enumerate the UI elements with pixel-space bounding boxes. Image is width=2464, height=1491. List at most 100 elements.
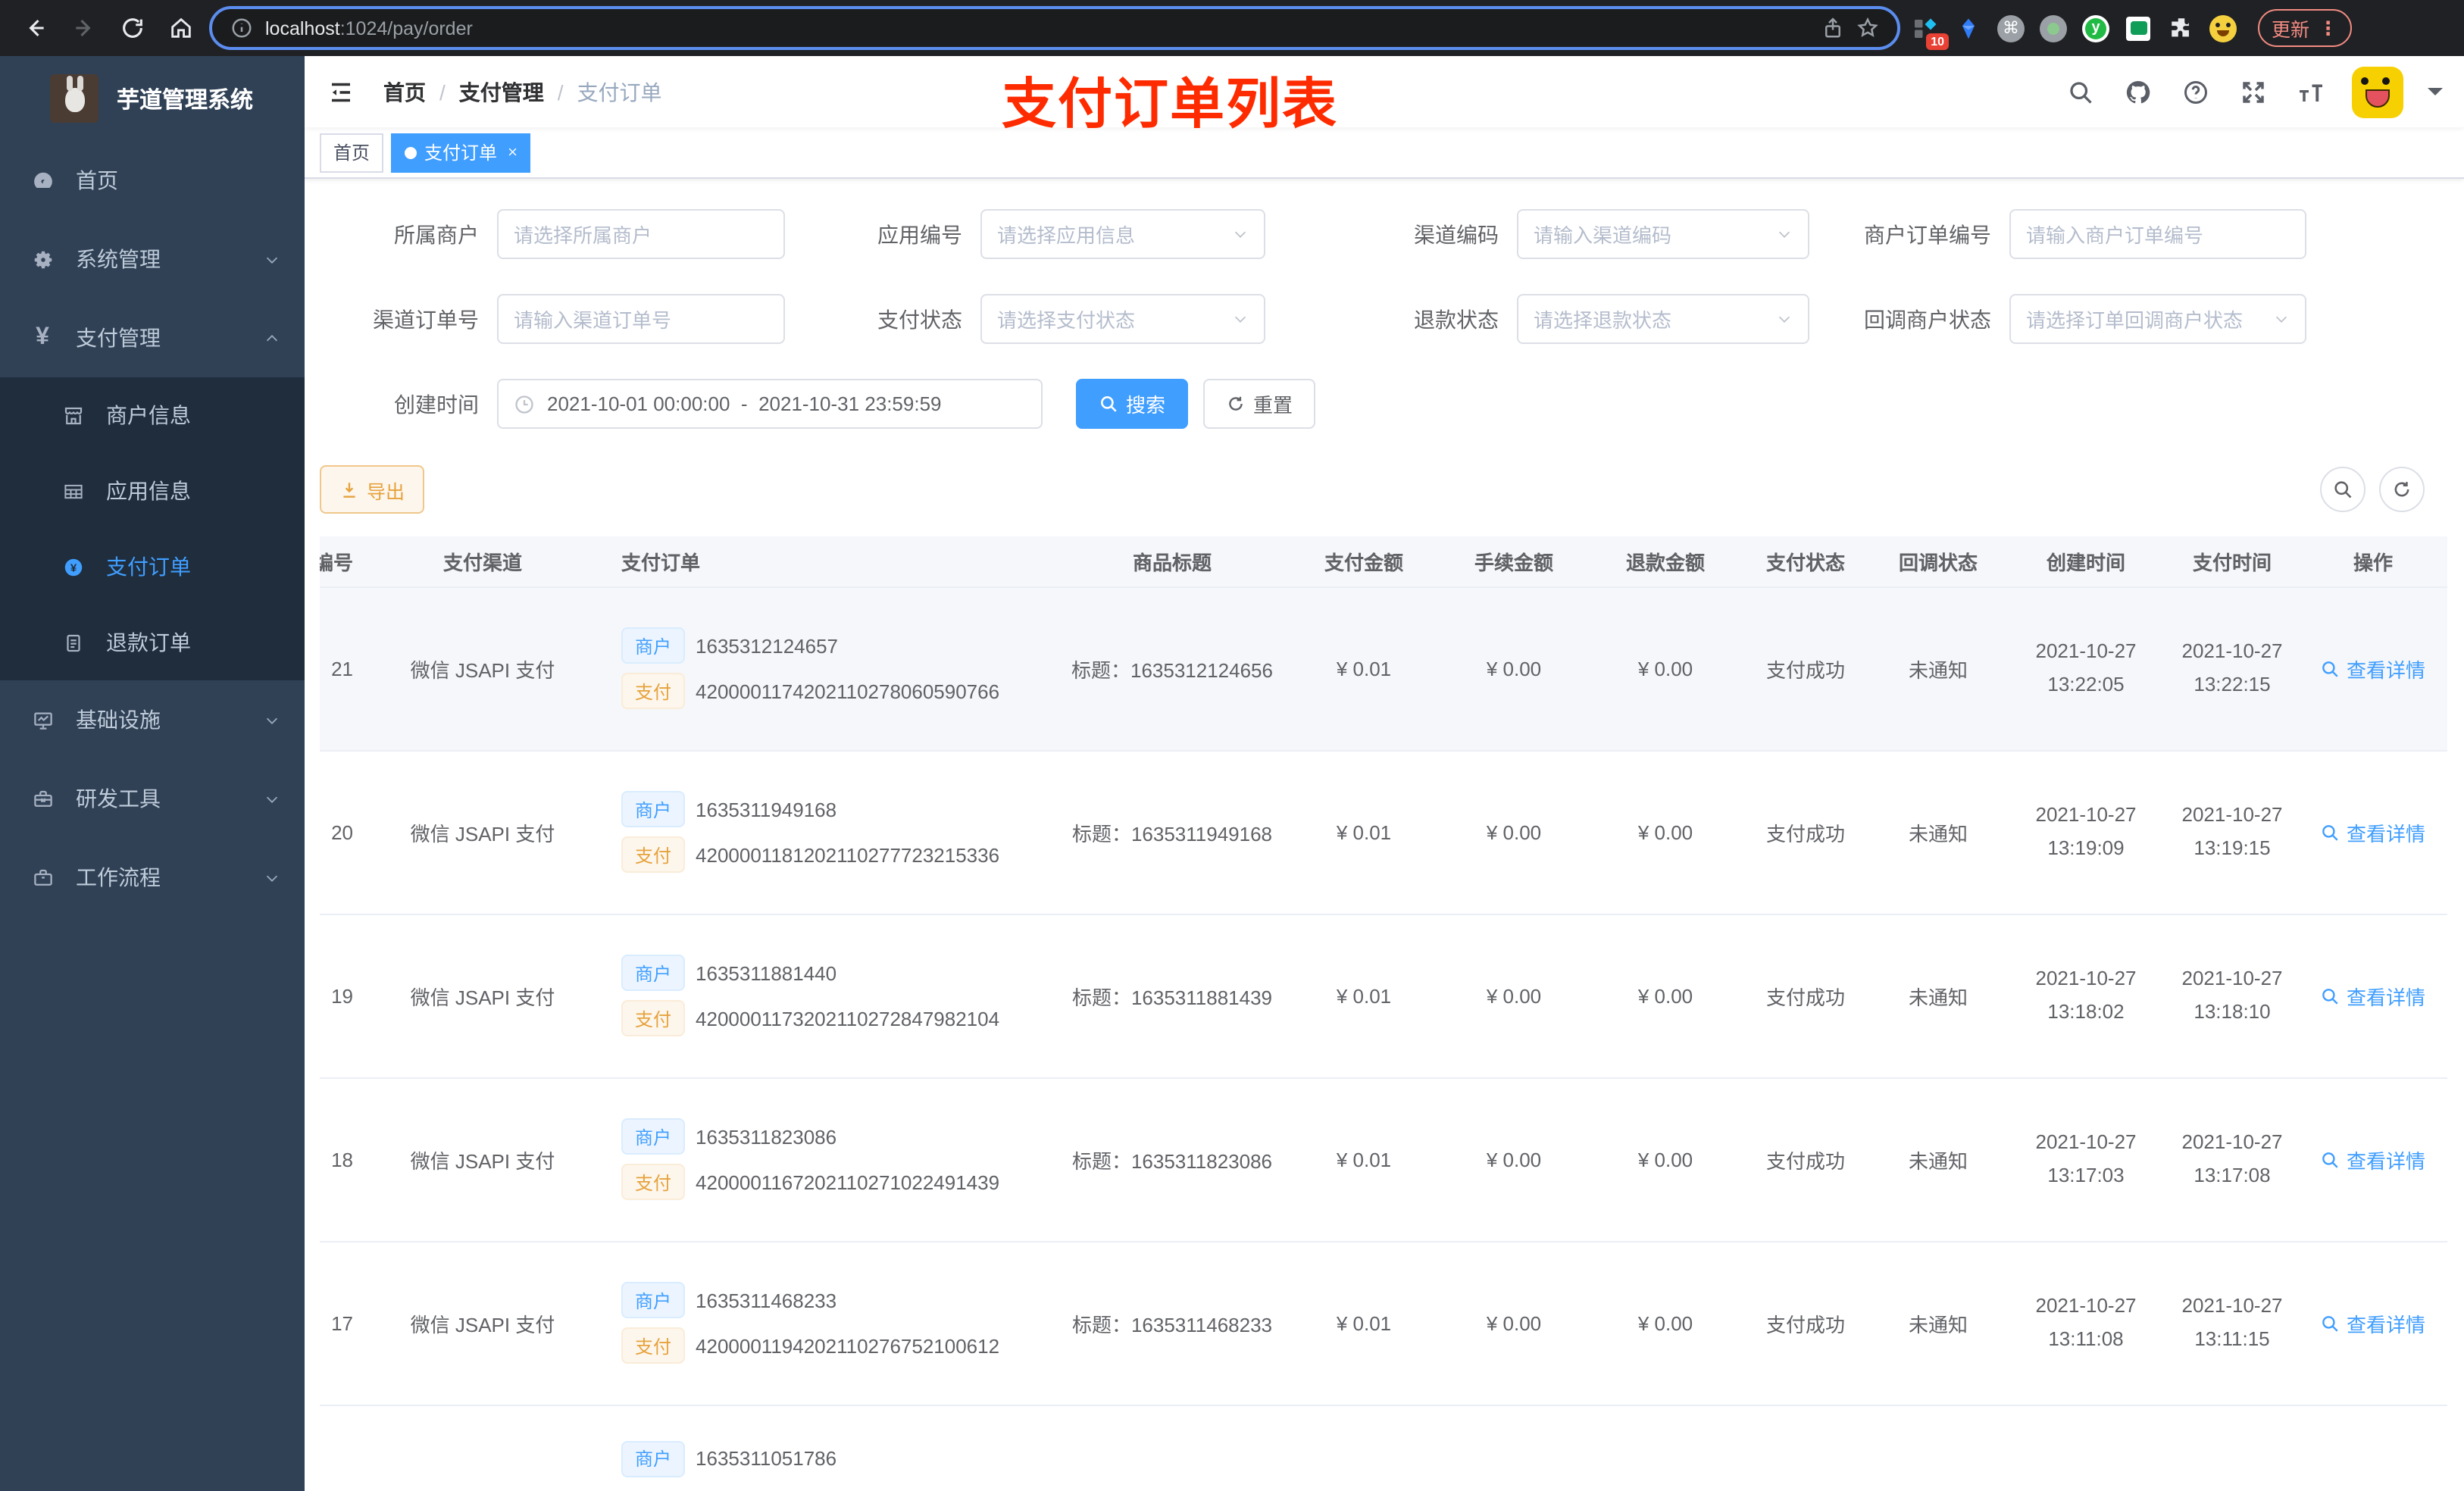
sidebar-item-研发工具[interactable]: 研发工具	[0, 759, 305, 838]
filter-select-退款状态[interactable]: 请选择退款状态	[1517, 294, 1809, 344]
view-detail-link[interactable]: 查看详情	[2321, 817, 2425, 846]
extension-gem-icon[interactable]	[1952, 11, 1985, 45]
filter-label-渠道编码: 渠道编码	[1414, 222, 1499, 246]
sidebar-item-系统管理[interactable]: 系统管理	[0, 220, 305, 299]
site-info-icon[interactable]	[230, 17, 253, 39]
merchant-tag: 商户	[621, 1118, 686, 1155]
reload-icon[interactable]	[112, 8, 152, 48]
back-icon[interactable]	[15, 8, 55, 48]
create-time-range-picker[interactable]: 2021-10-01 00:00:00 - 2021-10-31 23:59:5…	[497, 379, 1043, 429]
extension-bitwarden-icon[interactable]: 10	[1909, 11, 1949, 49]
sidebar-item-支付管理[interactable]: ¥ 支付管理	[0, 299, 305, 377]
filter-label-create-time: 创建时间	[394, 392, 479, 416]
reset-button[interactable]: 重置	[1203, 379, 1316, 429]
sidebar-item-商户信息[interactable]: 商户信息	[0, 377, 305, 453]
merchant-tag: 商户	[621, 955, 686, 991]
fontsize-icon[interactable]	[2294, 75, 2328, 108]
sidebar-item-首页[interactable]: 首页	[0, 141, 305, 220]
browser-menu-icon[interactable]: ⋮	[2319, 17, 2337, 39]
breadcrumb-item[interactable]: 支付管理	[459, 77, 544, 107]
cell-action: 查看详情	[2299, 1077, 2447, 1242]
extension-y-icon[interactable]: y	[2079, 11, 2112, 45]
filter-row-2: 渠道订单号 请输入渠道订单号 支付状态 请选择支付状态 退款状态 请选择退款状态 回调商户状…	[320, 294, 2449, 344]
refresh-button[interactable]	[2379, 467, 2425, 512]
forward-icon[interactable]	[64, 8, 103, 48]
view-detail-link[interactable]: 查看详情	[2321, 1308, 2425, 1337]
cell-action: 查看详情	[2299, 1241, 2447, 1405]
profile-avatar-icon[interactable]	[2206, 11, 2240, 45]
breadcrumb-separator: /	[439, 80, 446, 104]
orders-table: 编号支付渠道支付订单商品标题支付金额手续金额退款金额支付状态回调状态创建时间支付…	[320, 536, 2447, 1491]
placeholder-text: 请选择订单回调商户状态	[2026, 309, 2244, 332]
column-header-refund: 退款金额	[1590, 536, 1741, 587]
column-header-action: 操作	[2299, 536, 2447, 587]
view-detail-link[interactable]: 查看详情	[2321, 654, 2425, 683]
address-bar[interactable]: localhost:1024/pay/order	[209, 6, 1900, 50]
chevron-down-icon	[2273, 311, 2290, 327]
app-logo[interactable]: 芋道管理系统	[0, 56, 305, 141]
browser-update-button[interactable]: 更新 ⋮	[2258, 9, 2352, 47]
github-icon[interactable]	[2122, 75, 2155, 108]
extension-chat-icon[interactable]	[2122, 11, 2155, 45]
document-icon	[61, 630, 85, 655]
extension-badge: 10	[1926, 33, 1949, 49]
search-icon[interactable]	[2064, 75, 2097, 108]
cell-title: 标题：1635312124656	[1055, 586, 1290, 751]
extensions-puzzle-icon[interactable]	[2164, 11, 2197, 45]
user-menu-caret-icon[interactable]	[2428, 88, 2443, 103]
sidebar: 芋道管理系统 首页系统管理 ¥ 支付管理 商户信息 应用信息 ¥ 支付订单 退款订单基础设施研…	[0, 56, 305, 1491]
merchant-order-line: 商户 1635311051786	[621, 1440, 1053, 1477]
help-icon[interactable]	[2179, 75, 2212, 108]
filter-input-渠道订单号[interactable]: 请输入渠道订单号	[497, 294, 785, 344]
sidebar-item-工作流程[interactable]: 工作流程	[0, 838, 305, 917]
fullscreen-icon[interactable]	[2237, 75, 2270, 108]
sidebar-item-label: 基础设施	[76, 708, 161, 732]
tab-close-icon[interactable]: ×	[508, 143, 518, 161]
filter-label-渠道订单号: 渠道订单号	[373, 307, 479, 331]
sidebar-item-基础设施[interactable]: 基础设施	[0, 680, 305, 759]
placeholder-text: 请输入商户订单编号	[2026, 224, 2204, 247]
home-icon[interactable]	[161, 8, 200, 48]
filter-select-支付状态[interactable]: 请选择支付状态	[980, 294, 1265, 344]
breadcrumb-item[interactable]: 首页	[383, 77, 426, 107]
cell-order: 商户 1635311051786	[600, 1405, 1055, 1491]
table-row-partial: 商户 1635311051786	[320, 1405, 2447, 1491]
tab-首页[interactable]: 首页	[320, 133, 384, 172]
filter-select-应用编号[interactable]: 请选择应用信息	[980, 209, 1265, 259]
sidebar-item-label: 首页	[76, 168, 118, 192]
sidebar-item-退款订单[interactable]: 退款订单	[0, 605, 305, 680]
filter-select-回调商户状态[interactable]: 请选择订单回调商户状态	[2009, 294, 2306, 344]
column-header-title: 商品标题	[1055, 536, 1290, 587]
filter-input-商户订单编号[interactable]: 请输入商户订单编号	[2009, 209, 2306, 259]
merchant-order-line: 商户 1635312124657	[621, 627, 1053, 664]
filter-label-退款状态: 退款状态	[1414, 307, 1499, 331]
table-row: 19 微信 JSAPI 支付 商户 1635311881440 支付 4200001173…	[320, 914, 2447, 1078]
sidebar-item-支付订单[interactable]: ¥ 支付订单	[0, 529, 305, 605]
extension-recorder-icon[interactable]	[2037, 11, 2070, 45]
search-button[interactable]: 搜索	[1076, 379, 1189, 429]
tab-支付订单[interactable]: 支付订单 ×	[391, 133, 531, 172]
shop-icon	[61, 403, 85, 427]
pay-order-no: 4200001167202110271022491439	[696, 1171, 1000, 1193]
view-detail-link[interactable]: 查看详情	[2321, 981, 2425, 1010]
view-detail-link[interactable]: 查看详情	[2321, 1145, 2425, 1174]
export-button[interactable]: 导出	[320, 465, 425, 514]
filter-select-渠道编码[interactable]: 请输入渠道编码	[1517, 209, 1809, 259]
cell-action: 查看详情	[2299, 914, 2447, 1078]
filter-input-所属商户[interactable]: 请选择所属商户	[497, 209, 785, 259]
user-avatar[interactable]	[2352, 66, 2403, 117]
cell-create-time: 2021-10-27 13:19:09	[2006, 750, 2165, 914]
sidebar-item-应用信息[interactable]: 应用信息	[0, 453, 305, 529]
screen: localhost:1024/pay/order 10 ⌘ y 更新 ⋮ 芋道管…	[0, 0, 2464, 1491]
sidebar-toggle-icon[interactable]	[320, 70, 362, 113]
extension-command-icon[interactable]: ⌘	[1994, 11, 2028, 45]
toggle-search-button[interactable]	[2320, 467, 2366, 512]
cell-title: 标题：1635311468233	[1055, 1241, 1290, 1405]
cell-fee: ¥ 0.00	[1438, 1077, 1590, 1242]
merchant-order-line: 商户 1635311881440	[621, 955, 1053, 991]
bookmark-star-icon[interactable]	[1856, 17, 1879, 39]
pay-tag: 支付	[621, 836, 686, 873]
share-icon[interactable]	[1821, 17, 1844, 39]
merchant-order-no: 1635312124657	[696, 634, 839, 657]
pay-order-line: 支付 4200001173202110272847982104	[621, 1000, 1053, 1036]
